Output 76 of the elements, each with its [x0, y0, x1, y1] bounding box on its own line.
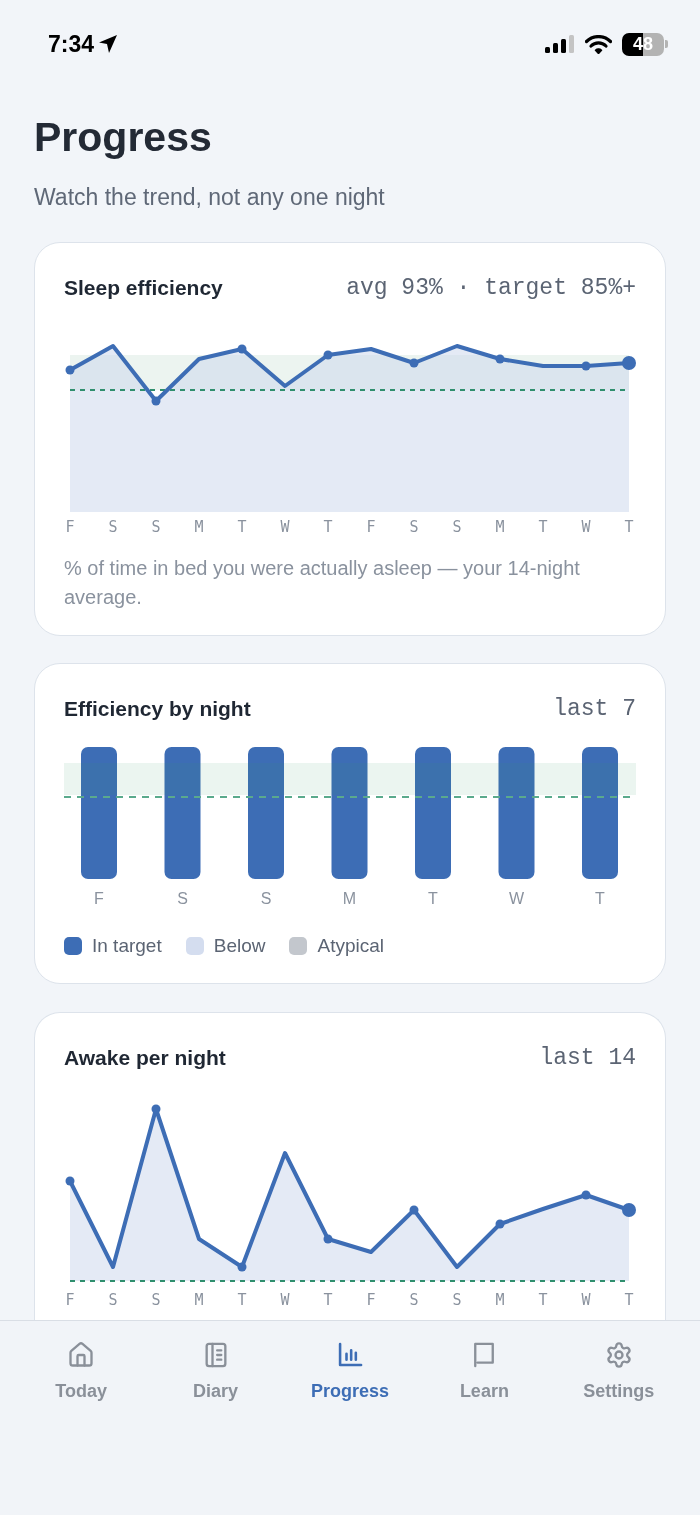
- card-meta: last 7: [553, 695, 636, 724]
- data-point: [495, 354, 505, 364]
- day-label: F: [64, 1291, 76, 1309]
- tab-button[interactable]: Diary: [148, 1341, 283, 1402]
- day-label: M: [494, 518, 506, 536]
- card-meta: avg 93% · target 85%+: [346, 274, 636, 303]
- day-label: M: [494, 1291, 506, 1309]
- home-icon: [67, 1341, 96, 1369]
- day-label: T: [322, 518, 334, 536]
- day-label: S: [176, 890, 189, 908]
- data-point: [622, 356, 636, 370]
- day-label: S: [150, 518, 162, 536]
- legend-label: Atypical: [317, 934, 384, 958]
- data-point: [65, 1176, 75, 1186]
- data-point: [65, 365, 75, 375]
- day-label: S: [259, 890, 273, 908]
- tab-button[interactable]: Settings: [551, 1341, 686, 1402]
- data-point: [581, 361, 591, 371]
- day-label: T: [236, 518, 248, 536]
- data-point: [622, 1203, 636, 1217]
- card-title: Efficiency by night: [64, 696, 251, 722]
- data-point: [151, 396, 161, 406]
- day-label: F: [93, 890, 105, 908]
- day-label: S: [107, 1291, 119, 1309]
- day-label: S: [107, 518, 119, 536]
- day-label: M: [341, 890, 358, 908]
- data-point: [323, 1234, 333, 1244]
- card-title: Awake per night: [64, 1045, 226, 1071]
- day-label: W: [279, 1291, 291, 1309]
- day-label: W: [580, 518, 592, 536]
- day-label: T: [427, 890, 439, 908]
- legend-label: In target: [92, 934, 162, 958]
- day-label: M: [193, 1291, 205, 1309]
- chart-caption: % of time in bed you were actually asleep — your 14-night average.: [64, 556, 581, 610]
- status-time: 7:34: [48, 30, 95, 58]
- day-label: F: [365, 1291, 377, 1309]
- day-label: S: [408, 1291, 420, 1309]
- day-label: S: [451, 1291, 463, 1309]
- wifi-icon: [585, 34, 612, 54]
- page-title: Progress: [34, 113, 213, 161]
- day-label: T: [322, 1291, 334, 1309]
- day-label: T: [623, 1291, 635, 1309]
- page-subtitle: Watch the trend, not any one night: [34, 183, 386, 212]
- data-point: [409, 1205, 419, 1215]
- data-point: [409, 358, 419, 368]
- data-point: [323, 350, 333, 360]
- battery-indicator: 48: [622, 32, 668, 56]
- tab-button[interactable]: Progress: [282, 1341, 418, 1402]
- day-label: W: [507, 890, 526, 908]
- day-label: F: [365, 518, 377, 536]
- signal-icon: [545, 35, 575, 53]
- data-point: [237, 344, 247, 354]
- data-point: [495, 1219, 505, 1229]
- day-label: S: [408, 518, 420, 536]
- bar-chart-icon: [336, 1341, 364, 1369]
- tab-button[interactable]: Learn: [417, 1341, 552, 1402]
- day-label: W: [580, 1291, 592, 1309]
- location-arrow-icon: [98, 34, 119, 54]
- data-point: [237, 1262, 247, 1272]
- day-label: T: [594, 890, 606, 908]
- day-label: T: [537, 518, 549, 536]
- tab-button[interactable]: Today: [14, 1341, 149, 1402]
- day-label: M: [193, 518, 205, 536]
- day-label: F: [64, 518, 76, 536]
- day-label: T: [623, 518, 635, 536]
- legend-label: Below: [213, 934, 266, 958]
- data-point: [581, 1190, 591, 1200]
- day-label: S: [451, 518, 463, 536]
- day-label: T: [537, 1291, 549, 1309]
- data-point: [151, 1104, 161, 1114]
- card-title: Sleep efficiency: [64, 275, 223, 301]
- day-label: T: [236, 1291, 248, 1309]
- day-label: S: [150, 1291, 162, 1309]
- settings-icon: [604, 1341, 633, 1369]
- card-meta: last 14: [539, 1044, 636, 1073]
- day-label: W: [279, 518, 291, 536]
